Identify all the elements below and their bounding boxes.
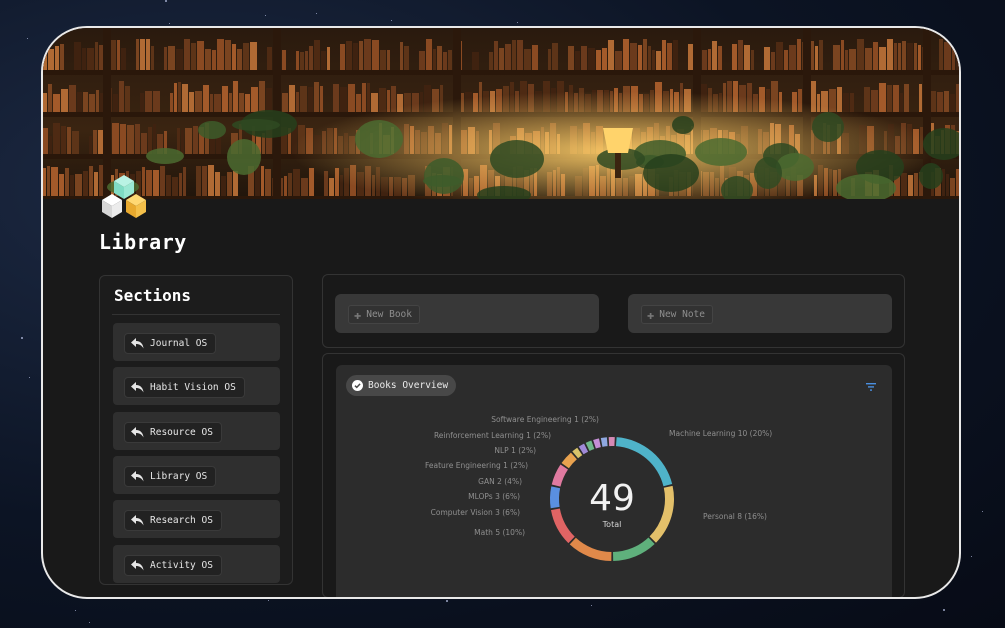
slice-label: MLOPs 3 (6%) — [468, 492, 520, 501]
sections-title: Sections — [114, 286, 192, 305]
star — [971, 556, 972, 557]
app-window: Library Sections Journal OS Habit Vision … — [41, 26, 961, 599]
return-arrow-icon — [131, 515, 144, 526]
star — [265, 15, 266, 16]
star — [21, 337, 23, 339]
sections-panel: Sections Journal OS Habit Vision OS Resour… — [99, 275, 293, 585]
plus-icon: ✚ — [354, 307, 362, 322]
return-arrow-icon — [131, 559, 144, 570]
slice-label: Reinforcement Learning 1 (2%) — [434, 431, 551, 440]
books-overview-card: Books Overview Machine Learning 10 (20%)… — [336, 365, 892, 597]
star — [165, 0, 167, 2]
star — [943, 609, 945, 611]
section-label: Library OS — [150, 470, 208, 482]
slice-label: Feature Engineering 1 (2%) — [425, 461, 528, 470]
divider — [112, 314, 280, 315]
total-label: Total — [602, 520, 622, 529]
plus-icon: ✚ — [647, 307, 655, 322]
total-count: 49 — [589, 478, 635, 519]
cover-image — [43, 28, 959, 199]
section-link[interactable]: Habit Vision OS — [124, 377, 245, 399]
slice-label: Personal 8 (16%) — [703, 512, 767, 521]
section-item[interactable]: Habit Vision OS — [113, 367, 280, 406]
star — [517, 22, 518, 23]
section-item[interactable]: Research OS — [113, 500, 280, 539]
new-note-button[interactable]: ✚ New Note — [628, 294, 892, 333]
star — [169, 23, 170, 24]
donut-slice[interactable] — [608, 437, 615, 447]
library-cover-illustration — [43, 28, 959, 199]
actions-panel: ✚ New Book ✚ New Note — [322, 274, 905, 348]
star — [446, 600, 448, 602]
cubes-icon — [102, 175, 146, 218]
section-item[interactable]: Journal OS — [113, 323, 280, 361]
section-label: Journal OS — [150, 338, 208, 349]
new-book-label: New Book — [366, 309, 412, 320]
slice-label: Software Engineering 1 (2%) — [491, 415, 599, 424]
star — [89, 622, 90, 623]
slice-label: Machine Learning 10 (20%) — [669, 429, 772, 438]
section-item[interactable]: Activity OS — [113, 544, 280, 583]
section-label: Resource OS — [150, 426, 213, 438]
slice-label: Computer Vision 3 (6%) — [431, 508, 520, 517]
new-note-chip: ✚ New Note — [641, 305, 713, 324]
star — [982, 511, 983, 512]
donut-slice[interactable] — [551, 464, 568, 487]
section-link[interactable]: Library OS — [124, 465, 217, 487]
section-label: Activity OS — [150, 559, 213, 571]
new-book-button[interactable]: ✚ New Book — [335, 294, 599, 333]
section-link[interactable]: Resource OS — [124, 421, 222, 443]
star — [29, 377, 30, 378]
page-title: Library — [99, 230, 187, 254]
star — [591, 605, 592, 606]
section-link[interactable]: Research OS — [124, 510, 222, 532]
return-arrow-icon — [131, 426, 144, 438]
star — [391, 20, 392, 21]
donut-slice[interactable] — [613, 537, 655, 561]
section-label: Research OS — [150, 515, 213, 527]
new-note-label: New Note — [659, 309, 705, 320]
slice-label: GAN 2 (4%) — [478, 477, 522, 486]
star — [75, 610, 76, 611]
return-arrow-icon — [131, 470, 144, 482]
books-donut-chart: Machine Learning 10 (20%) Personal 8 (16%… — [425, 415, 772, 561]
donut-slice[interactable] — [593, 438, 601, 449]
star — [268, 600, 269, 601]
donut-slice[interactable] — [649, 485, 674, 543]
new-book-chip: ✚ New Book — [348, 305, 420, 324]
donut-slice[interactable] — [550, 508, 575, 544]
star — [316, 13, 317, 14]
section-label: Habit Vision OS — [150, 382, 236, 394]
books-overview-panel: Books Overview Machine Learning 10 (20%)… — [322, 353, 905, 597]
return-arrow-icon — [131, 382, 144, 393]
section-link[interactable]: Journal OS — [124, 333, 217, 354]
slice-label: NLP 1 (2%) — [494, 446, 536, 455]
donut-slice[interactable] — [585, 440, 595, 452]
donut-slice[interactable] — [600, 437, 608, 447]
section-link[interactable]: Activity OS — [124, 554, 222, 576]
section-item[interactable]: Resource OS — [113, 411, 280, 450]
donut-slice[interactable] — [550, 486, 561, 509]
donut-slice[interactable] — [569, 537, 612, 561]
donut-slice[interactable] — [561, 452, 577, 469]
section-item[interactable]: Library OS — [113, 455, 280, 494]
return-arrow-icon — [131, 338, 144, 349]
slice-label: Math 5 (10%) — [474, 528, 525, 537]
star — [27, 38, 28, 39]
